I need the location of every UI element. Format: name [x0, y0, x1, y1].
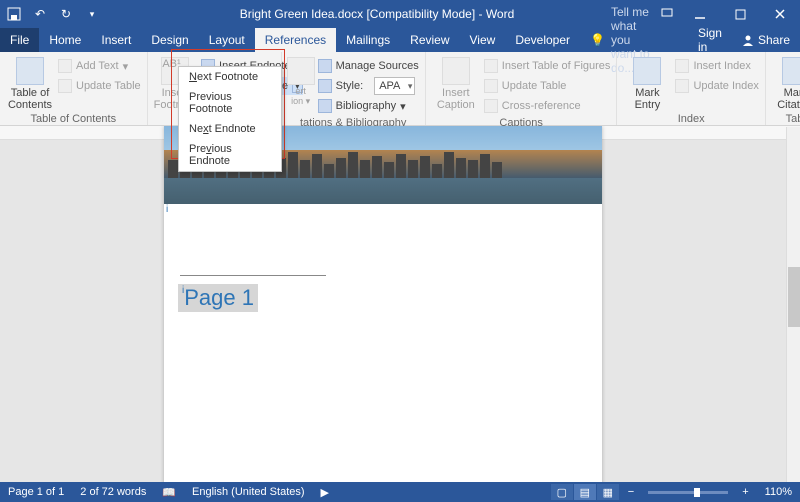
bibliography-button[interactable]: Bibliography ▾: [318, 97, 419, 115]
insert-index-button[interactable]: Insert Index: [675, 57, 758, 75]
style-value[interactable]: APA: [374, 77, 415, 95]
dd-next-endnote[interactable]: Next Endnote: [179, 119, 281, 139]
tab-references[interactable]: References: [255, 28, 336, 52]
update-tof-button[interactable]: Update Table: [484, 77, 611, 95]
caption-icon: [442, 57, 470, 85]
mark-citation-button[interactable]: Mark Citation: [772, 55, 800, 111]
maximize-button[interactable]: [720, 0, 760, 28]
title-bar: ↶ ↻ ▾ Bright Green Idea.docx [Compatibil…: [0, 0, 800, 28]
zoom-in[interactable]: +: [734, 486, 756, 498]
close-button[interactable]: [760, 0, 800, 28]
status-page[interactable]: Page 1 of 1: [0, 486, 72, 498]
group-toa: Mark Citation Table of Authorities: [766, 52, 800, 125]
toc-button[interactable]: Table of Contents: [6, 55, 54, 111]
page-number-text[interactable]: iPage 1: [178, 284, 258, 312]
status-proof-icon[interactable]: 📖: [154, 486, 184, 499]
lightbulb-icon: 💡: [590, 33, 605, 47]
style-icon: [318, 79, 332, 93]
view-buttons: ▢ ▤ ▦: [551, 484, 620, 500]
sign-in-link[interactable]: Sign in: [688, 28, 732, 52]
tab-design[interactable]: Design: [141, 28, 198, 52]
cross-reference-button[interactable]: Cross-reference: [484, 97, 611, 115]
manage-sources-button[interactable]: Manage Sources: [318, 57, 419, 75]
tell-me-box[interactable]: 💡 Tell me what you want to do...: [580, 28, 668, 52]
tab-file[interactable]: File: [0, 28, 39, 52]
citation-icon: [287, 57, 315, 85]
view-web-icon[interactable]: ▦: [597, 484, 619, 500]
tab-home[interactable]: Home: [39, 28, 91, 52]
ribbon-tabs: File Home Insert Design Layout Reference…: [0, 28, 800, 52]
quick-access-toolbar: ↶ ↻ ▾: [0, 6, 100, 22]
ribbon: Table of Contents Add Text ▾ Update Tabl…: [0, 52, 800, 126]
sources-icon: [318, 59, 332, 73]
view-read-icon[interactable]: ▢: [551, 484, 573, 500]
dd-prev-endnote[interactable]: Previous Endnote: [179, 139, 281, 171]
status-words[interactable]: 2 of 72 words: [72, 486, 154, 498]
group-captions: Insert Caption Insert Table of Figures U…: [426, 52, 618, 125]
mark-entry-icon: [633, 57, 661, 85]
view-print-icon[interactable]: ▤: [574, 484, 596, 500]
add-text-icon: [58, 59, 72, 73]
tab-view[interactable]: View: [460, 28, 506, 52]
page-number-value: Page 1: [184, 285, 254, 310]
dd-prev-footnote[interactable]: Previous Footnote: [179, 87, 281, 119]
document-page[interactable]: i iPage 1: [164, 126, 602, 482]
add-text-button[interactable]: Add Text ▾: [58, 57, 141, 75]
group-toc: Table of Contents Add Text ▾ Update Tabl…: [0, 52, 148, 125]
zoom-thumb[interactable]: [694, 488, 700, 497]
person-icon: [742, 34, 754, 46]
tab-mailings[interactable]: Mailings: [336, 28, 400, 52]
minimize-button[interactable]: [680, 0, 720, 28]
undo-icon[interactable]: ↶: [32, 6, 48, 22]
tab-review[interactable]: Review: [400, 28, 459, 52]
toc-icon: [16, 57, 44, 85]
update-index-button[interactable]: Update Index: [675, 77, 758, 95]
toc-big-label: Table of Contents: [8, 87, 52, 111]
insert-tof-button[interactable]: Insert Table of Figures: [484, 57, 611, 75]
status-macro-icon[interactable]: ▶: [313, 486, 337, 499]
group-toc-label: Table of Contents: [6, 111, 141, 125]
next-footnote-dropdown: Next Footnote Previous Footnote Next End…: [178, 66, 282, 172]
tab-layout[interactable]: Layout: [199, 28, 255, 52]
mark-entry-button[interactable]: Mark Entry: [623, 55, 671, 111]
group-index: Mark Entry Insert Index Update Index Ind…: [617, 52, 765, 125]
qat-more-icon[interactable]: ▾: [84, 6, 100, 22]
vertical-scrollbar[interactable]: [786, 127, 800, 482]
footnote-separator: [180, 275, 326, 276]
tab-developer[interactable]: Developer: [505, 28, 580, 52]
biblio-icon: [318, 99, 332, 113]
document-area: i iPage 1: [0, 126, 800, 482]
group-citations: ertion ▾ Manage Sources Style: APA Bibli…: [282, 52, 426, 125]
status-bar: Page 1 of 1 2 of 72 words 📖 English (Uni…: [0, 482, 800, 502]
window-title: Bright Green Idea.docx [Compatibility Mo…: [100, 7, 654, 21]
scroll-thumb[interactable]: [788, 267, 800, 327]
insert-caption-button[interactable]: Insert Caption: [432, 55, 480, 111]
style-select[interactable]: Style: APA: [318, 77, 419, 95]
share-button[interactable]: Share: [732, 28, 800, 52]
tab-insert[interactable]: Insert: [91, 28, 141, 52]
share-label: Share: [758, 33, 790, 47]
update-toc-button[interactable]: Update Table: [58, 77, 141, 95]
mark-citation-icon: [782, 57, 800, 85]
redo-icon[interactable]: ↻: [58, 6, 74, 22]
zoom-out[interactable]: −: [620, 486, 642, 498]
zoom-slider[interactable]: [648, 491, 728, 494]
group-index-label: Index: [623, 111, 758, 125]
zoom-level[interactable]: 110%: [757, 486, 800, 498]
status-language[interactable]: English (United States): [184, 486, 313, 498]
save-icon[interactable]: [6, 6, 22, 22]
insert-citation-button[interactable]: ertion ▾: [288, 55, 314, 107]
update-icon: [58, 79, 72, 93]
dd-next-footnote[interactable]: Next Footnote: [179, 67, 281, 87]
